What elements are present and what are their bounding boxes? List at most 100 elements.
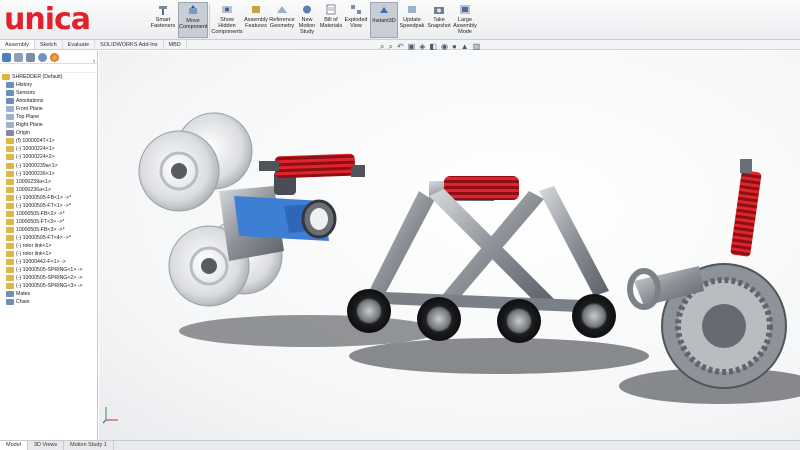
large-assembly-mode-button[interactable]: Large Assembly Mode	[453, 2, 477, 38]
tree-root-label: SHREDDER (Default)	[12, 74, 63, 81]
tab-motion-study[interactable]: Motion Study 1	[64, 441, 114, 450]
large-assembly-label: Large Assembly Mode	[453, 17, 477, 35]
folder-icon	[6, 299, 14, 306]
take-snapshot-button[interactable]: Take Snapshot	[426, 2, 452, 38]
part-icon	[6, 251, 14, 258]
tree-item-label: Origin	[16, 130, 30, 137]
part-icon	[6, 146, 14, 153]
scene-icon[interactable]: ▲	[461, 42, 469, 52]
tab-assembly[interactable]: Assembly	[0, 40, 35, 49]
section-view-icon[interactable]: ▣	[408, 42, 416, 52]
show-hidden-label: Show Hidden Components	[211, 17, 243, 35]
instant3d-button[interactable]: Instant3D	[370, 2, 398, 38]
feature-manager-tab-icon[interactable]	[2, 52, 11, 62]
move-component-label: Move Component	[179, 18, 208, 30]
exploded-view-button[interactable]: Exploded View	[344, 2, 368, 38]
tree-item[interactable]: 10000236a<1>	[2, 186, 97, 194]
tree-item[interactable]: 10000505-FB<2> ->*	[2, 210, 97, 218]
part-icon	[6, 226, 14, 233]
tree-item[interactable]: (-) 10000442-F<1> ->	[2, 258, 97, 266]
update-speedpak-label: Update Speedpak	[399, 17, 425, 29]
tree-filter-bar[interactable]	[0, 64, 97, 73]
smart-fasteners-button[interactable]: Smart Fasteners	[150, 2, 176, 38]
reference-geometry-button[interactable]: Reference Geometry	[269, 2, 295, 38]
assembly-icon	[2, 74, 10, 81]
show-hidden-icon	[222, 6, 232, 13]
tab-sketch[interactable]: Sketch	[35, 40, 63, 49]
tab-model[interactable]: Model	[0, 441, 28, 450]
display-manager-tab-icon[interactable]	[50, 52, 59, 62]
axis-triad	[102, 407, 118, 424]
tree-item[interactable]: (-) 10000505-FT<1> ->*	[2, 202, 97, 210]
part-icon	[6, 267, 14, 274]
view-settings-icon[interactable]: ▥	[473, 42, 481, 52]
configuration-manager-tab-icon[interactable]	[26, 52, 35, 62]
tree-item[interactable]: Right Plane	[2, 121, 97, 129]
tree-item[interactable]: (-) 10000505-FT<4> ->*	[2, 234, 97, 242]
tree-item[interactable]: (f) 1000024T<1>	[2, 137, 97, 145]
tree-item[interactable]: (-) 10000505-SPRING<2> ->	[2, 274, 97, 282]
tree-item[interactable]: (-) 10000505-SPRING<1> ->	[2, 266, 97, 274]
view-orientation-icon[interactable]: ◈	[419, 42, 425, 52]
tree-item-label: (-) 10000505-FB<1> ->*	[16, 194, 72, 201]
shadow-center	[349, 338, 649, 374]
tree-item[interactable]: Top Plane	[2, 113, 97, 121]
update-speedpak-button[interactable]: Update Speedpak	[399, 2, 425, 38]
tab-addins[interactable]: SOLIDWORKS Add-Ins	[95, 40, 164, 49]
tree-item[interactable]: (-) 10000224<1>	[2, 145, 97, 153]
fastener-icon	[159, 6, 167, 15]
smart-fasteners-label: Smart Fasteners	[150, 17, 176, 29]
property-manager-tab-icon[interactable]	[14, 52, 23, 62]
display-style-icon[interactable]: ◧	[429, 42, 437, 52]
assembly-features-button[interactable]: Assembly Features	[244, 2, 268, 38]
exploded-view-label: Exploded View	[344, 17, 368, 29]
tree-item[interactable]: (-) 10000505-SPRING<3> ->	[2, 282, 97, 290]
part-icon	[6, 186, 14, 193]
tree-item[interactable]: (-) 10000224<2>	[2, 153, 97, 161]
shadow-left	[179, 315, 439, 347]
tree-item[interactable]: Sensors	[2, 89, 97, 97]
tree-item[interactable]: 10000239a<1>	[2, 178, 97, 186]
dimxpert-tab-icon[interactable]	[38, 52, 47, 62]
zoom-to-fit-icon[interactable]: ⌕	[380, 42, 384, 52]
part-icon	[6, 194, 14, 201]
tree-item-label: (-) 10000224<1>	[16, 146, 55, 153]
part-icon	[6, 283, 14, 290]
right-hub-assembly	[627, 159, 787, 389]
panel-collapse-arrow[interactable]: ›	[93, 58, 95, 65]
graphics-area[interactable]	[99, 51, 800, 440]
feature-icon	[6, 106, 14, 113]
tree-item[interactable]: Annotations	[2, 97, 97, 105]
move-component-button[interactable]: Move Component	[178, 2, 208, 38]
appearance-icon[interactable]: ●	[452, 42, 457, 52]
solidworks-window: unica Smart Fasteners Move Component Sho…	[0, 0, 800, 450]
tab-mbd[interactable]: MBD	[164, 40, 187, 49]
show-hidden-components-button[interactable]: Show Hidden Components	[211, 2, 243, 38]
left-wheel-assembly	[138, 112, 365, 307]
tree-item[interactable]: History	[2, 81, 97, 89]
tree-item[interactable]: (-) rotor link<1>	[2, 242, 97, 250]
hide-show-icon[interactable]: ◉	[441, 42, 448, 52]
camera-icon	[434, 7, 444, 14]
tree-root[interactable]: SHREDDER (Default)	[2, 73, 97, 81]
tree-item[interactable]: Front Plane	[2, 105, 97, 113]
zoom-area-icon[interactable]: ⌕	[388, 42, 392, 52]
tab-evaluate[interactable]: Evaluate	[63, 40, 96, 49]
tree-item[interactable]: 10000505-FT<3> ->*	[2, 218, 97, 226]
tree-item[interactable]: (-) 10000505-FB<1> ->*	[2, 194, 97, 202]
tree-item[interactable]: 10000505-FB<3> ->*	[2, 226, 97, 234]
bill-of-materials-button[interactable]: Bill of Materials	[319, 2, 343, 38]
feature-icon	[6, 122, 14, 129]
tree-item[interactable]: Chain	[2, 298, 97, 306]
previous-view-icon[interactable]: ↶	[397, 42, 404, 52]
tree-item[interactable]: (-) 10000236<1>	[2, 170, 97, 178]
new-motion-study-button[interactable]: New Motion Study	[296, 2, 318, 38]
tree-item[interactable]: (-) 10000239a<1>	[2, 162, 97, 170]
bill-of-materials-label: Bill of Materials	[319, 17, 343, 29]
tree-item[interactable]: (-) rotor link<1>	[2, 250, 97, 258]
tree-item[interactable]: Mates	[2, 290, 97, 298]
exploded-view-icon	[351, 5, 361, 14]
tab-3d-views[interactable]: 3D Views	[28, 441, 65, 450]
tree-item[interactable]: Origin	[2, 129, 97, 137]
tree-item-label: (-) rotor link<1>	[16, 251, 52, 258]
